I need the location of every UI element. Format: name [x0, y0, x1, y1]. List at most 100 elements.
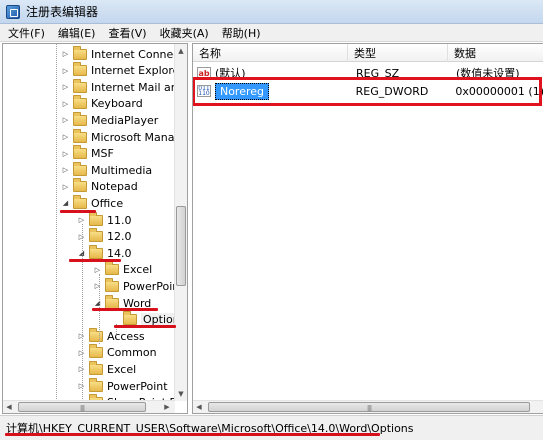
registry-key-tree[interactable]: ▷ Internet Connectic ▷ Internet Explorer ▷ In… — [2, 43, 188, 414]
tree-guide-line — [56, 44, 57, 399]
tree-node-label: Microsoft Manag — [91, 130, 175, 144]
folder-icon — [89, 211, 103, 226]
scroll-left-arrow-icon[interactable]: ◀ — [3, 401, 15, 413]
tree-node[interactable]: ▷ Keyboard — [61, 95, 143, 112]
expand-arrow-icon[interactable]: ▷ — [61, 149, 70, 158]
folder-icon — [105, 277, 119, 292]
values-column-header: 名称 类型 数据 — [193, 44, 543, 62]
status-bar: 计算机\HKEY_CURRENT_USER\Software\Microsoft… — [0, 415, 543, 440]
tree-node[interactable]: ▷ Common — [77, 344, 157, 361]
registry-values-list[interactable]: 名称 类型 数据 ab (默认) REG_SZ (数值未设置) 011 110 N… — [192, 43, 543, 414]
tree-node[interactable]: ▷ MSF — [61, 145, 114, 162]
tree-node[interactable]: ▷ Internet Explorer — [61, 62, 175, 79]
folder-icon — [123, 311, 137, 326]
values-horizontal-scroll-thumb[interactable]: |||| — [208, 402, 530, 412]
values-scroll-left-arrow-icon[interactable]: ◀ — [193, 401, 205, 413]
tree-vertical-scroll-thumb[interactable] — [176, 206, 186, 286]
tree-vertical-scrollbar[interactable]: ▲ ▼ — [174, 44, 187, 401]
menu-view[interactable]: 查看(V) — [103, 25, 151, 41]
scroll-down-arrow-icon[interactable]: ▼ — [175, 387, 187, 401]
expand-arrow-icon[interactable] — [111, 315, 120, 324]
tree-horizontal-scroll-thumb[interactable]: |||| — [18, 402, 146, 412]
folder-icon — [73, 78, 87, 93]
column-type[interactable]: 类型 — [348, 44, 448, 62]
tree-node-label: MSF — [91, 147, 114, 161]
collapse-arrow-icon[interactable]: ◢ — [93, 299, 102, 308]
folder-icon — [73, 128, 87, 143]
office-underline — [60, 210, 96, 213]
tree-node[interactable]: ▷ Excel — [77, 360, 137, 377]
column-data[interactable]: 数据 — [448, 44, 543, 62]
tree-node[interactable]: ▷ Internet Connectic — [61, 45, 175, 62]
expand-arrow-icon[interactable]: ▷ — [93, 265, 102, 274]
tree-node-label: 11.0 — [107, 213, 132, 227]
expand-arrow-icon[interactable]: ▷ — [61, 66, 70, 75]
tree-node[interactable]: ▷ Internet Mail and — [61, 78, 175, 95]
tree-node-label: Access — [107, 329, 145, 343]
folder-icon — [105, 294, 119, 309]
folder-icon — [73, 45, 87, 60]
tree-node-label: Excel — [123, 263, 153, 277]
expand-arrow-icon[interactable]: ▷ — [61, 50, 70, 59]
folder-icon — [73, 111, 87, 126]
menu-file[interactable]: 文件(F) — [3, 25, 50, 41]
column-name[interactable]: 名称 — [193, 44, 348, 62]
menu-edit[interactable]: 编辑(E) — [53, 25, 101, 41]
tree-horizontal-scrollbar[interactable]: ◀ |||| ▶ — [3, 400, 175, 413]
expand-arrow-icon[interactable]: ▷ — [61, 83, 70, 92]
tree-node-label: PowerPoint — [107, 379, 168, 393]
folder-icon — [73, 145, 87, 160]
options-underline — [114, 325, 176, 328]
tree-node[interactable]: ▷ Access — [77, 327, 145, 344]
folder-icon — [73, 62, 87, 77]
tree-node-label: Excel — [107, 362, 137, 376]
expand-arrow-icon[interactable]: ▷ — [93, 282, 102, 291]
menu-help[interactable]: 帮助(H) — [217, 25, 266, 41]
tree-node[interactable]: ◢ Office — [61, 194, 124, 211]
folder-icon — [73, 95, 87, 110]
folder-icon — [89, 360, 103, 375]
tree-node[interactable]: ▷ Notepad — [61, 178, 138, 195]
tree-node[interactable]: ▷ MediaPlayer — [61, 111, 159, 128]
tree-content: ▷ Internet Connectic ▷ Internet Explorer ▷ In… — [3, 44, 175, 401]
folder-icon — [89, 228, 103, 243]
window-title: 注册表编辑器 — [26, 5, 99, 19]
registry-app-icon — [6, 4, 20, 19]
expand-arrow-icon[interactable]: ▷ — [61, 116, 70, 125]
expand-arrow-icon[interactable]: ▷ — [61, 182, 70, 191]
expand-arrow-icon[interactable]: ▷ — [61, 99, 70, 108]
tree-node[interactable]: ▷PowerPoint — [77, 377, 168, 394]
tree-node[interactable]: ▷ Multimedia — [61, 161, 152, 178]
expand-arrow-icon[interactable]: ▷ — [61, 133, 70, 142]
version-underline — [69, 259, 121, 262]
folder-icon — [89, 244, 103, 259]
tree-node[interactable]: ▷ 12.0 — [77, 228, 132, 245]
folder-icon — [73, 178, 87, 193]
tree-node-label: Internet Connectic — [91, 47, 175, 61]
tree-node[interactable]: ▷ 11.0 — [77, 211, 132, 228]
norereg-highlight-box — [193, 77, 542, 106]
scroll-up-arrow-icon[interactable]: ▲ — [175, 44, 187, 58]
tree-node[interactable]: ▷ Microsoft Manag — [61, 128, 175, 145]
word-underline — [92, 308, 158, 311]
menu-favorites[interactable]: 收藏夹(A) — [155, 25, 214, 41]
folder-icon — [89, 377, 103, 392]
tree-node-label: Keyboard — [91, 97, 143, 111]
values-horizontal-scrollbar[interactable]: ◀ |||| — [193, 400, 543, 413]
folder-icon — [89, 344, 103, 359]
status-path-underline — [5, 433, 380, 436]
title-bar: 注册表编辑器 — [0, 0, 543, 24]
tree-node-label: Internet Explorer — [91, 64, 175, 78]
tree-node[interactable]: ▷PowerPoint — [93, 277, 175, 294]
scroll-right-arrow-icon[interactable]: ▶ — [161, 401, 173, 413]
tree-node-label: Internet Mail and — [91, 80, 175, 94]
tree-node-label: MediaPlayer — [91, 113, 159, 127]
expand-arrow-icon[interactable]: ▷ — [61, 166, 70, 175]
folder-icon — [73, 194, 87, 209]
collapse-arrow-icon[interactable]: ◢ — [61, 199, 70, 208]
folder-icon — [105, 261, 119, 276]
tree-guide-line — [82, 224, 83, 399]
tree-node-label: Office — [91, 196, 124, 210]
folder-icon — [73, 161, 87, 176]
tree-node[interactable]: ▷ Excel — [93, 261, 153, 278]
